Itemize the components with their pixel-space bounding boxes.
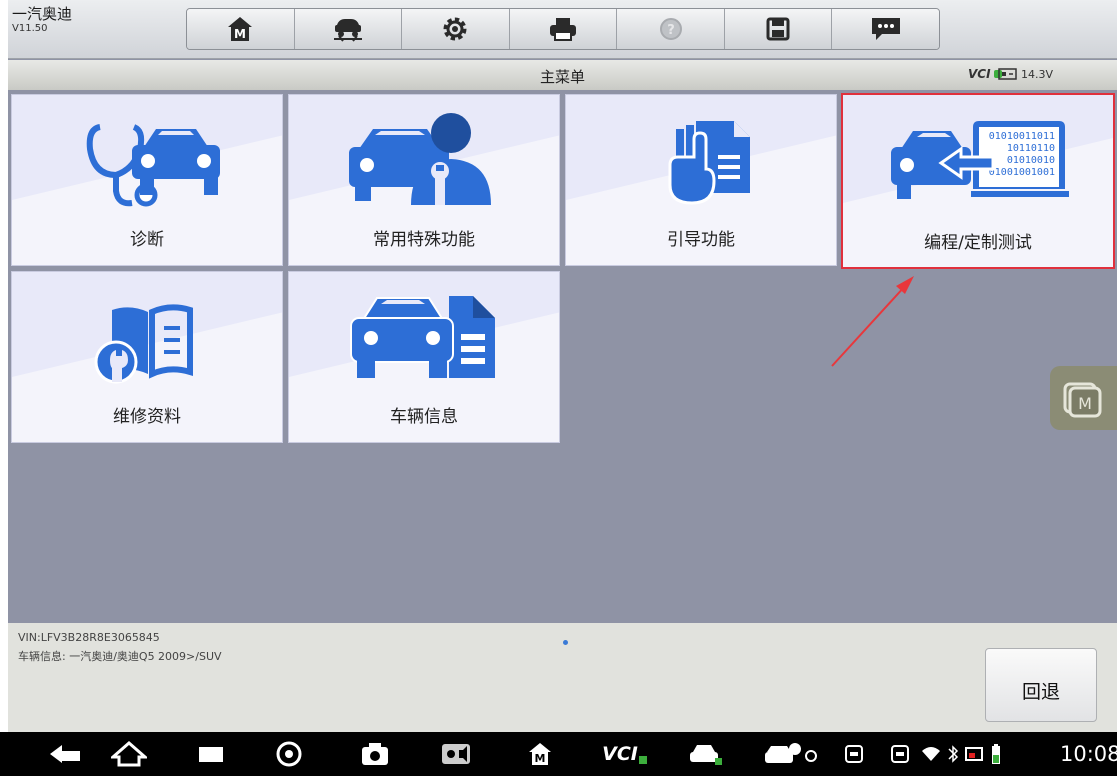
menu-tile-vehicle-info[interactable]: 车辆信息: [288, 271, 560, 443]
battery-icon: [998, 68, 1017, 80]
connection-icon: [845, 745, 863, 763]
nav-app-home-button[interactable]: M: [517, 732, 563, 776]
menu-tile-programming-coding[interactable]: 01010011011 10110110 01010010 0100100100…: [841, 93, 1115, 269]
nav-recent-button[interactable]: [186, 732, 236, 776]
vin-text: VIN:LFV3B28R8E3065845: [18, 631, 160, 644]
help-icon: ?: [659, 18, 682, 40]
menu-tile-repair-info[interactable]: 维修资料: [11, 271, 283, 443]
stethoscope-car-icon: [86, 124, 220, 207]
floating-m-icon: M: [1063, 382, 1102, 418]
battery-icon: [992, 744, 1000, 764]
gear-icon: [443, 17, 467, 41]
binary-line: 10110110: [1007, 143, 1055, 154]
vci-status: VCI: [968, 67, 1002, 81]
car-status-icon: [690, 745, 722, 765]
svg-text:?: ?: [667, 23, 675, 38]
binary-line: 01010010: [1007, 155, 1055, 166]
bluetooth-icon: [948, 745, 959, 763]
binary-line: 01010011011: [989, 131, 1055, 142]
title-bar: 主菜单 VCI 14.3V: [8, 60, 1117, 90]
status-icons: [920, 732, 1060, 776]
guided-hand-document-icon: [668, 121, 750, 205]
nav-vci-button[interactable]: VCI: [595, 732, 655, 776]
home-m-icon: M: [529, 743, 551, 765]
wifi-icon: [922, 747, 940, 761]
car-lift-icon: [333, 19, 362, 42]
nav-car-button[interactable]: [680, 732, 730, 776]
vci-connected-icon: [638, 756, 647, 764]
message-icon: [871, 18, 900, 40]
car-document-icon: [350, 296, 495, 378]
system-nav-bar: M VCI 10:08: [0, 732, 1117, 776]
settings-button[interactable]: [402, 9, 510, 49]
svg-text:M: M: [234, 27, 246, 41]
nav-mechanic-button[interactable]: [760, 732, 822, 776]
battery-voltage: 14.3V: [1021, 68, 1054, 81]
app-name: 一汽奥迪: [12, 5, 73, 23]
car-lift-button[interactable]: [294, 9, 403, 49]
save-icon: [766, 17, 790, 41]
home-m-icon: M: [228, 17, 253, 41]
binary-line: 01001001001: [989, 167, 1055, 178]
tile-label: 维修资料: [113, 407, 181, 427]
car-binary-programming-icon: 01010011011 10110110 01010010 0100100100…: [891, 121, 1069, 199]
top-bar: 一汽奥迪 V11.50 M ?: [8, 0, 1117, 59]
nav-camera-button[interactable]: [352, 732, 398, 776]
app-version: V11.50: [12, 23, 48, 34]
nav-home-button[interactable]: [104, 732, 154, 776]
vehicle-info-bar: VIN:LFV3B28R8E3065845 车辆信息: 一汽奥迪/奥迪Q5 20…: [8, 623, 1117, 732]
car-mechanic-icon: [349, 113, 491, 205]
nav-display-button[interactable]: [433, 732, 479, 776]
page-title: 主菜单: [539, 68, 585, 86]
nav-connection-button[interactable]: [836, 732, 872, 776]
vci-label: VCI: [968, 67, 991, 81]
vehicle-info-text: 车辆信息: 一汽奥迪/奥迪Q5 2009>/SUV: [18, 650, 222, 663]
menu-tile-diagnosis[interactable]: 诊断: [11, 94, 283, 266]
car-mechanic-icon: [765, 743, 817, 763]
clock: 10:08: [1060, 742, 1117, 766]
help-button[interactable]: ?: [617, 9, 725, 49]
floating-menu-button[interactable]: M: [1050, 366, 1117, 430]
tile-label: 常用特殊功能: [373, 230, 475, 250]
svg-text:M: M: [535, 752, 546, 765]
printer-icon: [550, 18, 577, 41]
home-icon: [111, 741, 147, 767]
nav-vci-label: VCI: [602, 743, 638, 765]
back-arrow-icon: [50, 745, 80, 763]
menu-tile-special-functions[interactable]: 常用特殊功能: [288, 94, 560, 266]
browser-icon: [276, 741, 302, 767]
toolbar: M ?: [186, 8, 940, 50]
tile-label: 引导功能: [667, 230, 735, 250]
brightness-volume-icon: [442, 744, 470, 764]
recent-apps-icon: [199, 747, 223, 762]
back-button-label: 回退: [1021, 681, 1060, 703]
signal-icon: [965, 747, 983, 761]
wrench-book-icon: [94, 304, 193, 384]
nav-browser-button[interactable]: [266, 732, 312, 776]
message-button[interactable]: [832, 9, 939, 49]
home-button[interactable]: M: [187, 9, 295, 49]
app-screen: 一汽奥迪 V11.50 M ? 主菜单 VCI 14.3V 诊断 常用特殊功能 …: [8, 0, 1117, 732]
save-button[interactable]: [724, 9, 833, 49]
tile-label: 车辆信息: [390, 407, 458, 427]
svg-text:M: M: [1078, 394, 1092, 413]
nav-usb-status: [882, 732, 918, 776]
print-button[interactable]: [509, 9, 618, 49]
tile-label: 编程/定制测试: [924, 233, 1032, 253]
menu-tile-guided-functions[interactable]: 引导功能: [565, 94, 837, 266]
nav-back-button[interactable]: [40, 732, 90, 776]
camera-icon: [362, 743, 388, 765]
tile-label: 诊断: [130, 230, 164, 250]
page-indicator: [563, 640, 568, 645]
usb-status-icon: [891, 745, 909, 763]
back-button[interactable]: 回退: [985, 648, 1097, 722]
